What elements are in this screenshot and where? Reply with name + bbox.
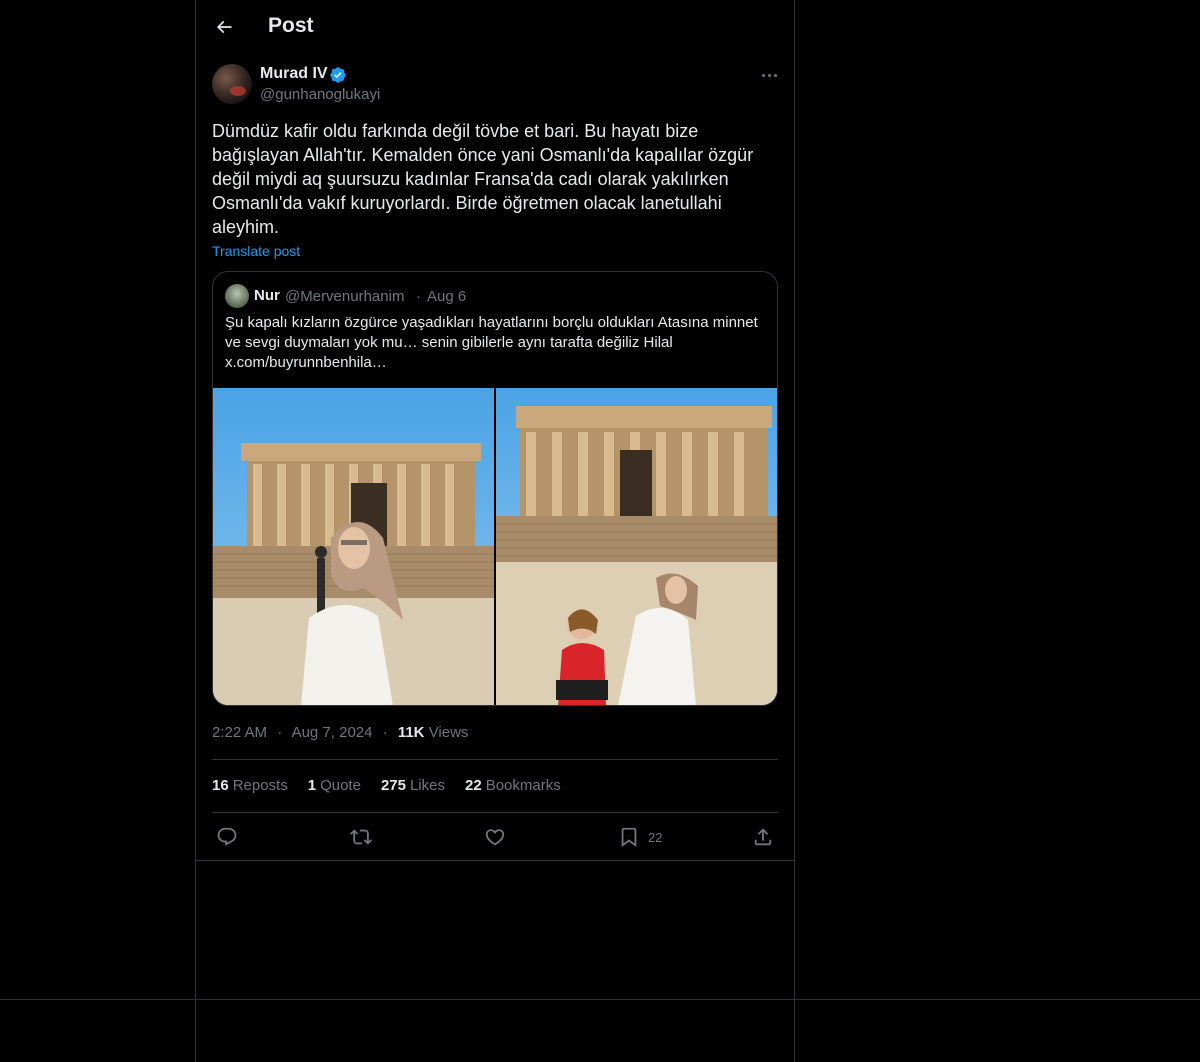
photo-mausoleum-woman-child — [496, 388, 777, 705]
photo-mausoleum-woman — [213, 388, 494, 705]
bookmark-icon — [621, 827, 637, 848]
arrow-left-icon — [216, 20, 232, 34]
post-date[interactable]: Aug 7, 2024 — [292, 724, 373, 741]
like-button[interactable] — [484, 825, 506, 849]
more-dot — [773, 73, 777, 77]
reply-icon — [217, 827, 237, 846]
meta-separator: · — [277, 724, 283, 741]
stat-number: 1 — [307, 777, 317, 794]
quoted-author-handle: @Mervenurhanim — [285, 288, 405, 305]
quoted-photo-1[interactable] — [213, 388, 494, 705]
quoted-author-name: Nur — [254, 287, 280, 304]
bookmark-button[interactable]: 22 — [618, 825, 662, 849]
verified-badge-icon — [330, 67, 346, 83]
quoted-text: Şu kapalı kızların özgürce yaşadıkları h… — [225, 314, 758, 371]
share-button[interactable] — [752, 825, 774, 849]
likes-stat[interactable]: 275 Likes — [381, 777, 445, 794]
more-dot — [761, 73, 765, 77]
repost-button[interactable] — [350, 825, 372, 849]
repost-icon — [350, 829, 372, 845]
quoted-post[interactable]: Nur @Mervenurhanim · Aug 6 Şu kapalı kız… — [212, 271, 778, 706]
reposts-stat[interactable]: 16 Reposts — [212, 777, 288, 794]
bookmark-count: 22 — [648, 829, 663, 845]
stat-number: 22 — [465, 777, 482, 794]
like-icon — [485, 829, 505, 846]
quoted-separator: · — [416, 288, 421, 305]
stat-number: 275 — [380, 777, 406, 794]
engagement-stats: 16 Reposts 1 Quote 275 Likes 22 Bookmarks — [212, 777, 561, 794]
stat-number: 16 — [212, 777, 229, 794]
back-button[interactable] — [208, 11, 240, 43]
stat-label: Likes — [409, 777, 445, 794]
author-handle[interactable]: @gunhanoglukayi — [260, 86, 380, 103]
quoted-date: Aug 6 — [427, 288, 467, 305]
views-label: Views — [428, 724, 469, 741]
share-icon — [754, 828, 772, 846]
post-header: Post — [196, 0, 794, 53]
quoted-photo-2[interactable] — [496, 388, 777, 705]
author-name[interactable]: Murad IV — [260, 65, 328, 83]
stat-label: Reposts — [232, 777, 288, 794]
more-dot — [767, 73, 771, 77]
post-actions: 22 — [196, 822, 794, 852]
bookmarks-stat[interactable]: 22 Bookmarks — [465, 777, 561, 794]
stat-label: Quote — [320, 777, 361, 794]
post-text: Dümdüz kafir oldu farkında değil tövbe e… — [212, 121, 754, 237]
reply-button[interactable] — [216, 825, 238, 849]
primary-column: Post Murad IV @gunhanoglukayi Dümdüz kaf… — [195, 0, 795, 1062]
translate-post-link[interactable]: Translate post — [212, 243, 300, 259]
more-options-button[interactable] — [756, 66, 782, 84]
divider — [212, 812, 778, 813]
quoted-author-avatar — [225, 284, 249, 308]
author-avatar[interactable] — [212, 64, 252, 104]
post-time[interactable]: 2:22 AM — [212, 724, 267, 741]
section-divider — [196, 860, 794, 861]
views-count: 11K — [397, 724, 425, 741]
quotes-stat[interactable]: 1 Quote — [308, 777, 361, 794]
divider — [212, 759, 778, 760]
page-title: Post — [268, 14, 314, 37]
meta-separator: · — [382, 724, 388, 741]
stat-label: Bookmarks — [485, 777, 561, 794]
post-meta: 2:22 AM · Aug 7, 2024 · 11K Views — [212, 724, 468, 741]
